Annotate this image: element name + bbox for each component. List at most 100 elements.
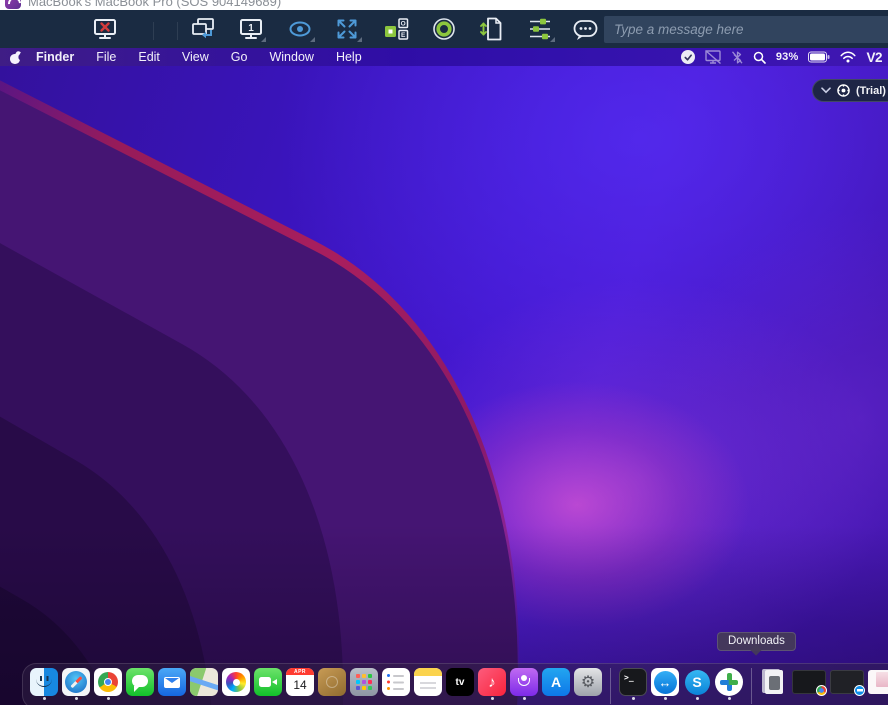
appletv-glyph: tv [446, 668, 474, 696]
dock-appstore[interactable]: A [542, 668, 570, 696]
tv-badge-icon [854, 685, 865, 696]
wallpaper-wave-2 [0, 160, 550, 705]
dock-calendar[interactable]: APR14 [286, 668, 314, 696]
chat-message-input[interactable] [604, 16, 888, 43]
fullscreen-button[interactable] [330, 14, 364, 44]
switch-monitors-icon [190, 17, 216, 41]
bluetooth-off-icon[interactable] [731, 51, 743, 64]
minwin-chrome-icon [792, 670, 826, 694]
downloads-icon [760, 668, 788, 696]
dock-reminders[interactable] [382, 668, 410, 696]
dock-chrome[interactable] [94, 668, 122, 696]
dock-launchpad[interactable] [350, 668, 378, 696]
wifi-icon[interactable] [840, 51, 856, 63]
dock: APR14 tv♪ A⚙ >_↔S [22, 663, 888, 705]
chat-icon [572, 17, 599, 42]
remote-control-button[interactable]: O E [379, 14, 413, 44]
menu-item-window[interactable]: Window [258, 48, 324, 66]
apple-logo [10, 54, 20, 64]
dock-contacts[interactable] [318, 668, 346, 696]
display-mirroring-off-icon[interactable] [705, 50, 721, 64]
chat-button[interactable] [568, 14, 602, 44]
dock-separator [751, 668, 752, 704]
syspref-icon: ⚙ [574, 668, 602, 696]
dock-maps[interactable] [190, 668, 218, 696]
chrome-badge-icon [816, 685, 827, 696]
chrome-icon [94, 668, 122, 696]
podcasts-icon [510, 668, 538, 696]
running-indicator-dot [43, 697, 46, 700]
appstore-glyph: A [542, 668, 570, 696]
spotlight-search-icon[interactable] [753, 51, 766, 64]
dock-downloads[interactable] [760, 668, 788, 696]
dock-tooltip: Downloads [717, 632, 796, 651]
dock-appletv[interactable]: tv [446, 668, 474, 696]
file-transfer-icon [479, 16, 505, 42]
close-session-icon [92, 17, 118, 41]
messages-icon [126, 668, 154, 696]
fullscreen-icon [334, 16, 360, 42]
dock-teamviewer[interactable]: ↔ [651, 668, 679, 696]
view-mode-button[interactable] [283, 14, 317, 44]
appletv-icon: tv [446, 668, 474, 696]
dock-finder[interactable] [30, 668, 58, 696]
dock-skype[interactable]: S [683, 668, 711, 696]
session-settings-button[interactable] [523, 14, 557, 44]
switch-monitors-button[interactable] [186, 14, 220, 44]
dock-messages[interactable] [126, 668, 154, 696]
apple-menu[interactable] [10, 51, 22, 64]
menu-item-edit[interactable]: Edit [127, 48, 171, 66]
dock-mail[interactable] [158, 668, 186, 696]
battery-icon[interactable] [808, 51, 830, 63]
remote-session-toolbar: 1 O [0, 10, 888, 48]
running-indicator-dot [728, 697, 731, 700]
monitor-select-button[interactable]: 1 [234, 14, 268, 44]
dock-safari[interactable] [62, 668, 90, 696]
photos-icon [222, 668, 250, 696]
dock-terminal[interactable]: >_ [619, 668, 647, 696]
dock-photos[interactable] [222, 668, 250, 696]
svg-text:O: O [401, 21, 406, 28]
menu-item-finder[interactable]: Finder [30, 48, 85, 66]
trial-session-badge[interactable]: (Trial) S [812, 79, 888, 102]
svg-text:1: 1 [248, 23, 254, 34]
window-title: MacBook's MacBook Pro (SOS 904149689) [28, 0, 281, 9]
file-transfer-button[interactable] [475, 14, 509, 44]
dock-music[interactable]: ♪ [478, 668, 506, 696]
dock-notes[interactable] [414, 668, 442, 696]
menu-item-file[interactable]: File [85, 48, 127, 66]
running-indicator-dot [632, 697, 635, 700]
facetime-icon [254, 668, 282, 696]
v2-app-menu-logo[interactable]: V2 [866, 50, 882, 65]
terminal-icon: >_ [619, 668, 647, 696]
dock-minwin-doc[interactable] [868, 668, 888, 694]
menu-item-go[interactable]: Go [220, 48, 259, 66]
running-indicator-dot [664, 697, 667, 700]
close-session-button[interactable] [88, 14, 122, 44]
remote-control-icon: O E [383, 17, 409, 41]
wallpaper-crimson-ridge [0, 48, 745, 705]
chevron-down-icon[interactable] [821, 87, 831, 94]
session-check-icon[interactable] [681, 50, 695, 64]
dock-syspref[interactable]: ⚙ [574, 668, 602, 696]
record-session-button[interactable] [427, 14, 461, 44]
notes-icon [414, 668, 442, 696]
launchpad-icon [350, 668, 378, 696]
dock-minwin-teamviewer[interactable] [830, 668, 864, 694]
desktop-wallpaper[interactable]: (Trial) S Downloads APR14 tv♪ A⚙ >_↔S [0, 48, 888, 705]
minwin-teamviewer-icon [830, 670, 864, 694]
dock-facetime[interactable] [254, 668, 282, 696]
macos-menubar: FinderFileEditViewGoWindowHelp 93% [0, 48, 888, 66]
dock-minwin-chrome[interactable] [792, 668, 826, 694]
menu-item-help[interactable]: Help [325, 48, 373, 66]
teamviewer-glyph: ↔ [651, 668, 679, 696]
dock-remotecross[interactable] [715, 668, 743, 696]
wallpaper-glow [390, 278, 888, 678]
syspref-glyph: ⚙ [574, 668, 602, 696]
contacts-icon [318, 668, 346, 696]
session-wheel-icon [836, 83, 851, 98]
calendar-icon: APR14 [286, 668, 314, 696]
menu-item-view[interactable]: View [171, 48, 220, 66]
dock-podcasts[interactable] [510, 668, 538, 696]
teamviewer-quicksupport-icon [5, 0, 21, 9]
